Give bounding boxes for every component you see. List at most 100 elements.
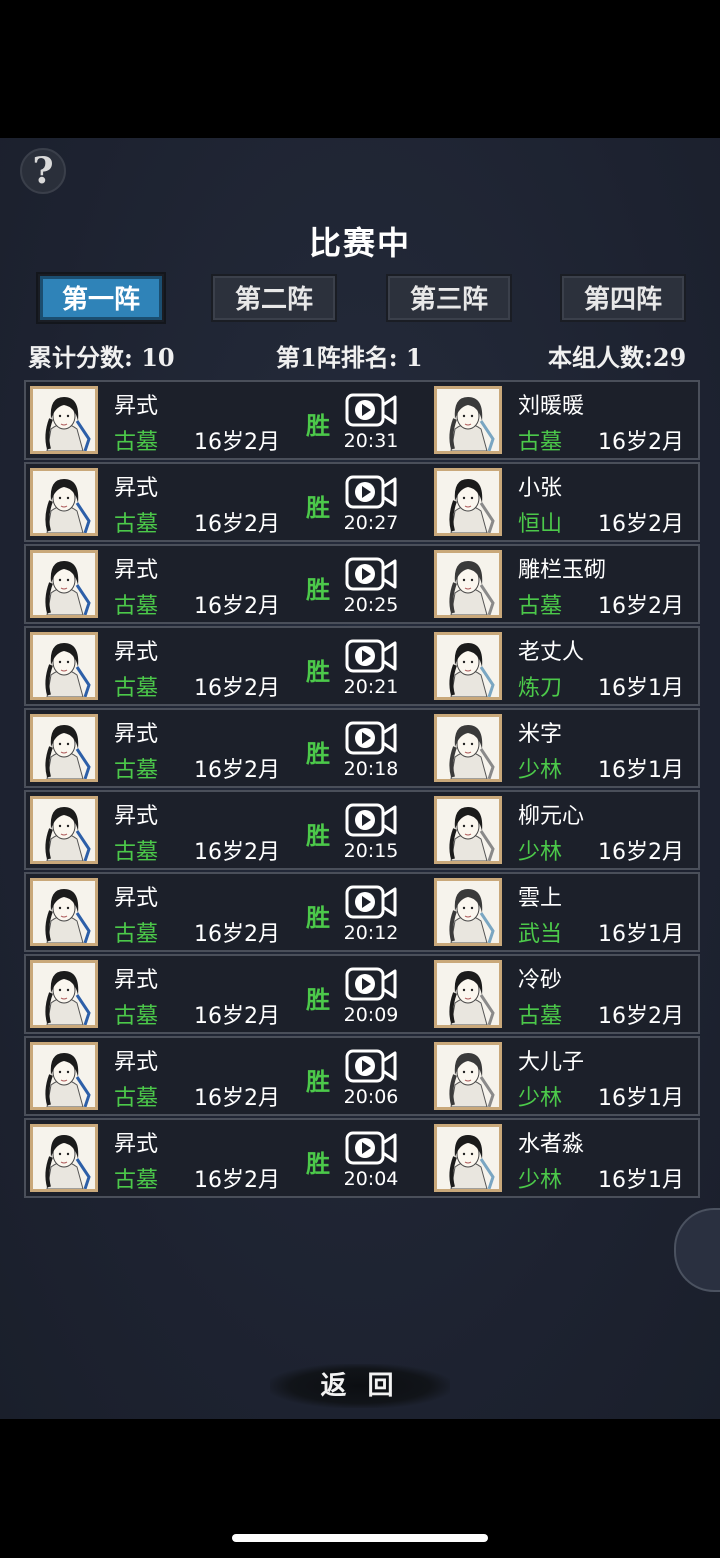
opponent-sect: 古墓 — [518, 430, 563, 455]
match-time: 20:12 — [343, 922, 399, 944]
player-avatar[interactable] — [30, 796, 98, 864]
player-age: 16岁2月 — [194, 1086, 280, 1111]
page-title: 比赛中 — [308, 224, 411, 262]
player-name: 昇式 — [114, 1132, 159, 1157]
player-age: 16岁2月 — [194, 758, 280, 783]
player-avatar[interactable] — [30, 1042, 98, 1110]
opponent-sect: 少林 — [518, 758, 563, 783]
opponent-avatar[interactable] — [434, 632, 502, 700]
opponent-name: 小张 — [518, 476, 563, 501]
tab-round-2[interactable]: 第二阵 — [211, 274, 337, 322]
match-result: 胜 — [306, 576, 330, 604]
player-name: 昇式 — [114, 640, 159, 665]
tab-round-4[interactable]: 第四阵 — [560, 274, 686, 322]
replay-button[interactable] — [344, 962, 398, 1004]
player-sect: 古墓 — [114, 1086, 159, 1111]
home-indicator[interactable] — [232, 1534, 488, 1542]
opponent-sect: 少林 — [518, 1168, 563, 1193]
player-age: 16岁2月 — [194, 1168, 280, 1193]
player-sect: 古墓 — [114, 922, 159, 947]
player-name: 昇式 — [114, 476, 159, 501]
replay-button[interactable] — [344, 634, 398, 676]
opponent-avatar[interactable] — [434, 796, 502, 864]
opponent-age: 16岁1月 — [598, 1086, 684, 1111]
replay-button[interactable] — [344, 880, 398, 922]
opponent-avatar[interactable] — [434, 1042, 502, 1110]
opponent-name: 刘暖暖 — [518, 394, 585, 419]
player-sect: 古墓 — [114, 1168, 159, 1193]
match-result: 胜 — [306, 1068, 330, 1096]
opponent-name: 大儿子 — [518, 1050, 585, 1075]
match-list: 昇式 古墓 16岁2月胜 20:31 刘暖暖 古墓 16岁2月 昇式 古墓 16岁2月胜 20:27… — [24, 380, 700, 1200]
player-avatar[interactable] — [30, 632, 98, 700]
opponent-age: 16岁1月 — [598, 1168, 684, 1193]
match-time: 20:25 — [343, 594, 399, 616]
opponent-age: 16岁1月 — [598, 758, 684, 783]
match-result: 胜 — [306, 658, 330, 686]
player-sect: 古墓 — [114, 1004, 159, 1029]
round-tabs: 第一阵 第二阵 第三阵 第四阵 — [0, 274, 720, 324]
player-avatar[interactable] — [30, 550, 98, 618]
match-time: 20:04 — [343, 1168, 399, 1190]
match-result: 胜 — [306, 494, 330, 522]
replay-button[interactable] — [344, 470, 398, 512]
replay-button[interactable] — [344, 1126, 398, 1168]
opponent-sect: 少林 — [518, 1086, 563, 1111]
player-sect: 古墓 — [114, 430, 159, 455]
opponent-sect: 古墓 — [518, 1004, 563, 1029]
opponent-avatar[interactable] — [434, 878, 502, 946]
player-avatar[interactable] — [30, 1124, 98, 1192]
opponent-avatar[interactable] — [434, 550, 502, 618]
match-result: 胜 — [306, 1150, 330, 1178]
player-name: 昇式 — [114, 968, 159, 993]
player-age: 16岁2月 — [194, 840, 280, 865]
player-avatar[interactable] — [30, 714, 98, 782]
match-row: 昇式 古墓 16岁2月 胜 20:25 雕栏玉砌 古墓 16岁2月 — [24, 544, 700, 624]
player-sect: 古墓 — [114, 840, 159, 865]
tab-round-1[interactable]: 第一阵 — [38, 274, 164, 322]
player-age: 16岁2月 — [194, 430, 280, 455]
help-button[interactable]: ? — [20, 148, 66, 194]
opponent-avatar[interactable] — [434, 1124, 502, 1192]
opponent-avatar[interactable] — [434, 468, 502, 536]
side-menu-handle[interactable] — [674, 1208, 720, 1292]
match-time: 20:09 — [343, 1004, 399, 1026]
replay-button[interactable] — [344, 716, 398, 758]
opponent-avatar[interactable] — [434, 714, 502, 782]
opponent-age: 16岁2月 — [598, 840, 684, 865]
opponent-name: 雲上 — [518, 886, 563, 911]
total-score: 累计分数: 10 — [28, 343, 175, 372]
player-avatar[interactable] — [30, 386, 98, 454]
opponent-sect: 少林 — [518, 840, 563, 865]
player-sect: 古墓 — [114, 676, 159, 701]
match-row: 昇式 古墓 16岁2月 胜 20:31 刘暖暖 古墓 16岁2月 — [24, 380, 700, 460]
player-avatar[interactable] — [30, 878, 98, 946]
match-result: 胜 — [306, 412, 330, 440]
player-avatar[interactable] — [30, 960, 98, 1028]
player-name: 昇式 — [114, 886, 159, 911]
back-button[interactable]: 返 回 — [270, 1364, 450, 1408]
player-age: 16岁2月 — [194, 922, 280, 947]
opponent-name: 冷砂 — [518, 968, 563, 993]
match-row: 昇式 古墓 16岁2月 胜 20:21 老丈人 炼刀 16岁1月 — [24, 626, 700, 706]
opponent-avatar[interactable] — [434, 960, 502, 1028]
match-time: 20:06 — [343, 1086, 399, 1108]
opponent-avatar[interactable] — [434, 386, 502, 454]
opponent-name: 水者淼 — [518, 1132, 585, 1157]
replay-button[interactable] — [344, 1044, 398, 1086]
group-size: 本组人数:29 — [548, 343, 687, 372]
match-row: 昇式古墓 16岁2月 胜 20:04 水者淼少林 16岁1月 — [24, 1118, 700, 1198]
player-age: 16岁2月 — [194, 594, 280, 619]
match-row: 昇式 古墓 16岁2月 胜 20:27 小张 恒山 16岁2月 — [24, 462, 700, 542]
opponent-name: 雕栏玉砌 — [518, 558, 607, 583]
player-age: 16岁2月 — [194, 1004, 280, 1029]
player-name: 昇式 — [114, 558, 159, 583]
tab-round-3[interactable]: 第三阵 — [386, 274, 512, 322]
player-avatar[interactable] — [30, 468, 98, 536]
replay-button[interactable] — [344, 552, 398, 594]
opponent-name: 老丈人 — [518, 640, 585, 665]
opponent-sect: 恒山 — [518, 512, 563, 537]
player-name: 昇式 — [114, 1050, 159, 1075]
replay-button[interactable] — [344, 388, 398, 430]
replay-button[interactable] — [344, 798, 398, 840]
